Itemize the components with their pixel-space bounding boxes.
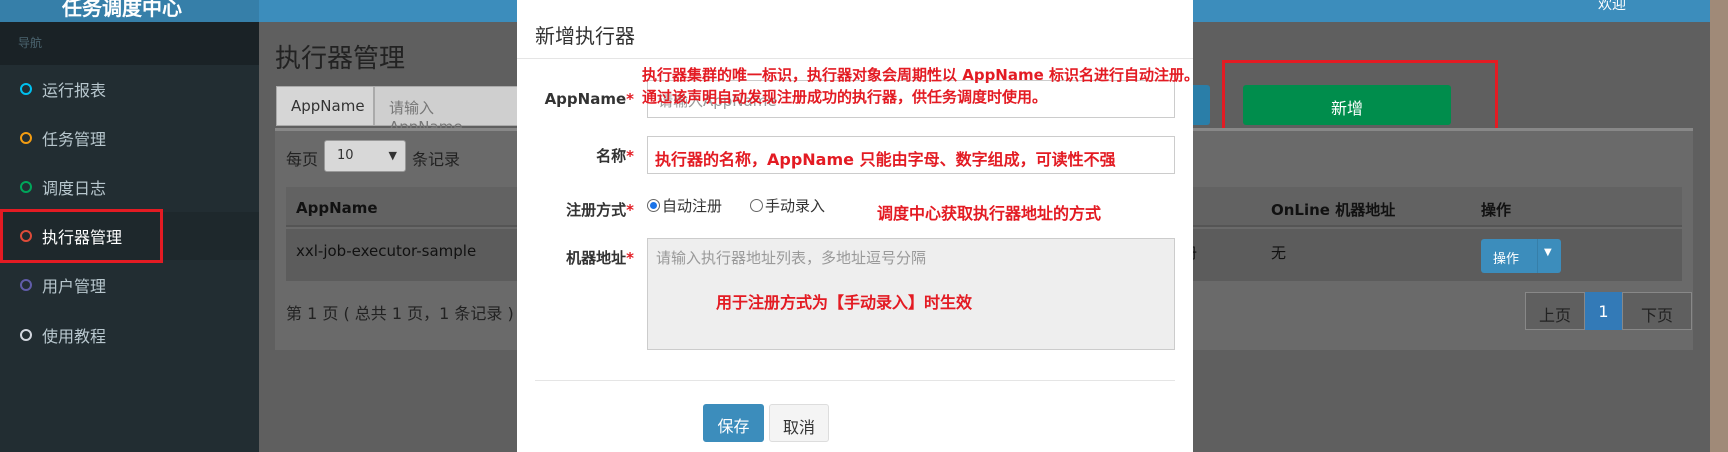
- sidebar-item-report[interactable]: 运行报表: [0, 65, 259, 113]
- register-type-label: 注册方式*: [566, 201, 634, 219]
- per-page-suffix: 条记录: [412, 150, 461, 169]
- page-title: 执行器管理: [275, 44, 406, 74]
- per-page-label: 每页: [286, 150, 319, 169]
- circle-icon: [20, 181, 32, 193]
- cell-appname: xxl-job-executor-sample: [296, 242, 477, 260]
- sidebar-item-label: 用户管理: [42, 277, 107, 296]
- column-header-appname[interactable]: AppName: [296, 199, 378, 217]
- column-header-online[interactable]: OnLine 机器地址: [1271, 199, 1395, 220]
- appname-field-label: AppName*: [544, 90, 634, 108]
- circle-icon: [20, 132, 32, 144]
- row-action-label: 操作: [1493, 252, 1520, 267]
- column-header-action: 操作: [1481, 201, 1512, 219]
- radio-manual-entry[interactable]: 手动录入: [750, 195, 825, 216]
- pagination-info: 第 1 页 ( 总共 1 页，1 条记录 ): [286, 304, 514, 323]
- address-field-label: 机器地址*: [566, 249, 634, 267]
- annotation-address: 用于注册方式为【手动录入】时生效: [716, 293, 973, 312]
- radio-checked-icon: [647, 199, 660, 212]
- row-action-button[interactable]: 操作 ▼: [1481, 239, 1561, 273]
- cell-online-address: 无: [1271, 244, 1287, 262]
- next-page-button[interactable]: 下页: [1622, 292, 1692, 330]
- search-field-label: AppName: [276, 86, 374, 126]
- per-page-value: 10: [337, 148, 354, 163]
- highlight-box-sidebar: [0, 209, 163, 263]
- sidebar-item-label: 运行报表: [42, 81, 107, 100]
- header-user-text[interactable]: 欢迎: [1598, 0, 1626, 14]
- circle-icon: [20, 329, 32, 341]
- cancel-button[interactable]: 取消: [769, 404, 829, 442]
- page-1-button[interactable]: 1: [1585, 292, 1622, 330]
- search-input[interactable]: 请输入AppName: [374, 86, 520, 136]
- name-field-label: 名称*: [596, 147, 634, 165]
- sidebar-section-label: 导航: [0, 22, 259, 65]
- logo-area: 任务调度中心: [0, 0, 259, 22]
- chevron-down-icon: ▼: [388, 149, 397, 162]
- annotation-appname-line1: 执行器集群的唯一标识，执行器对象会周期性以 AppName 标识名进行自动注册。: [642, 66, 1200, 84]
- annotation-name: 执行器的名称，AppName 只能由字母、数字组成，可读性不强: [655, 150, 1116, 169]
- circle-icon: [20, 83, 32, 95]
- sidebar-item-label: 使用教程: [42, 327, 107, 346]
- annotation-appname-line2: 通过该声明自动发现注册成功的执行器，供任务调度时使用。: [642, 88, 1048, 106]
- app-title: 任务调度中心: [62, 0, 182, 20]
- sidebar-item-users[interactable]: 用户管理: [0, 261, 259, 309]
- highlight-box-add: [1222, 60, 1498, 135]
- sidebar-item-label: 调度日志: [42, 179, 107, 198]
- address-placeholder: 请输入执行器地址列表，多地址逗号分隔: [656, 249, 927, 267]
- sidebar-item-jobs[interactable]: 任务管理: [0, 114, 259, 162]
- sidebar-item-help[interactable]: 使用教程: [0, 311, 259, 359]
- background-edge: [1710, 0, 1728, 452]
- annotation-register: 调度中心获取执行器地址的方式: [877, 204, 1102, 223]
- per-page-select[interactable]: 10 ▼: [324, 140, 406, 172]
- prev-page-button[interactable]: 上页: [1525, 292, 1585, 330]
- circle-icon: [20, 279, 32, 291]
- save-button[interactable]: 保存: [703, 404, 764, 442]
- radio-unchecked-icon: [750, 199, 763, 212]
- sidebar-item-label: 任务管理: [42, 130, 107, 149]
- caret-down-icon[interactable]: ▼: [1544, 247, 1552, 258]
- radio-auto-register[interactable]: 自动注册: [647, 195, 722, 216]
- sidebar-item-logs[interactable]: 调度日志: [0, 163, 259, 211]
- modal-title: 新增执行器: [535, 24, 635, 48]
